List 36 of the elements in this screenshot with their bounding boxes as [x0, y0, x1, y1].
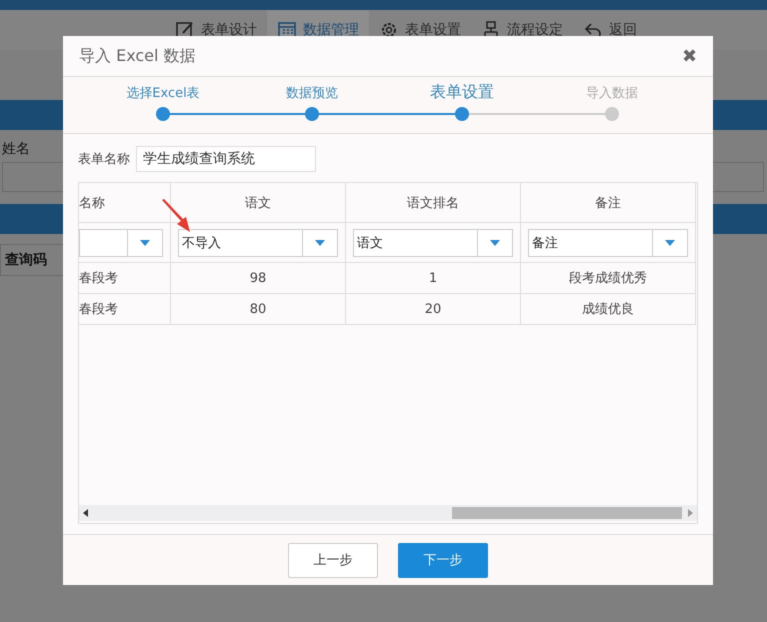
dialog-title: 导入 Excel 数据: [79, 46, 196, 66]
mapping-select[interactable]: 语文: [353, 228, 513, 256]
table-cell: 春段考: [79, 294, 171, 325]
table-cell: 1: [346, 263, 521, 294]
table-cell: 成绩优良: [521, 294, 696, 325]
step-label: 表单设置: [430, 82, 494, 103]
toolbar-item[interactable]: 表单设置: [369, 10, 471, 50]
left-arrow-icon: [83, 509, 88, 517]
table-cell: 20: [346, 294, 521, 325]
toolbar-item[interactable]: 流程设定: [471, 10, 573, 50]
step-label: 导入数据: [586, 85, 638, 102]
arrow-icon: [161, 199, 191, 233]
back-button[interactable]: 上一步: [288, 542, 378, 578]
caret-icon: [315, 240, 325, 246]
form-name-field[interactable]: 学生成绩查询系统: [136, 146, 316, 172]
table-cell: 80: [171, 294, 346, 325]
mapping-select[interactable]: 不导入: [178, 228, 338, 256]
step-label: 数据预览: [286, 85, 338, 102]
column-header: 备注: [521, 183, 696, 223]
scrollbar-thumb[interactable]: [452, 507, 682, 519]
next-button[interactable]: 下一步: [398, 542, 488, 578]
table-cell: 春段考: [79, 263, 171, 294]
caret-icon: [490, 240, 500, 246]
caret-icon: [140, 240, 150, 246]
form-name-label: 表单名称: [78, 151, 130, 168]
close-button[interactable]: ✖: [682, 45, 697, 67]
field-label: 姓名: [2, 140, 30, 158]
caret-icon: [665, 240, 675, 246]
mapping-select[interactable]: 备注: [528, 228, 688, 256]
scrollbar[interactable]: [79, 505, 697, 521]
right-arrow-icon: [688, 509, 693, 517]
table-cell: 段考成绩优秀: [521, 263, 696, 294]
table-cell: 98: [171, 263, 346, 294]
mapping-select[interactable]: [79, 228, 163, 256]
column-header: 语文排名: [346, 183, 521, 223]
step-label: 选择Excel表: [126, 85, 200, 102]
